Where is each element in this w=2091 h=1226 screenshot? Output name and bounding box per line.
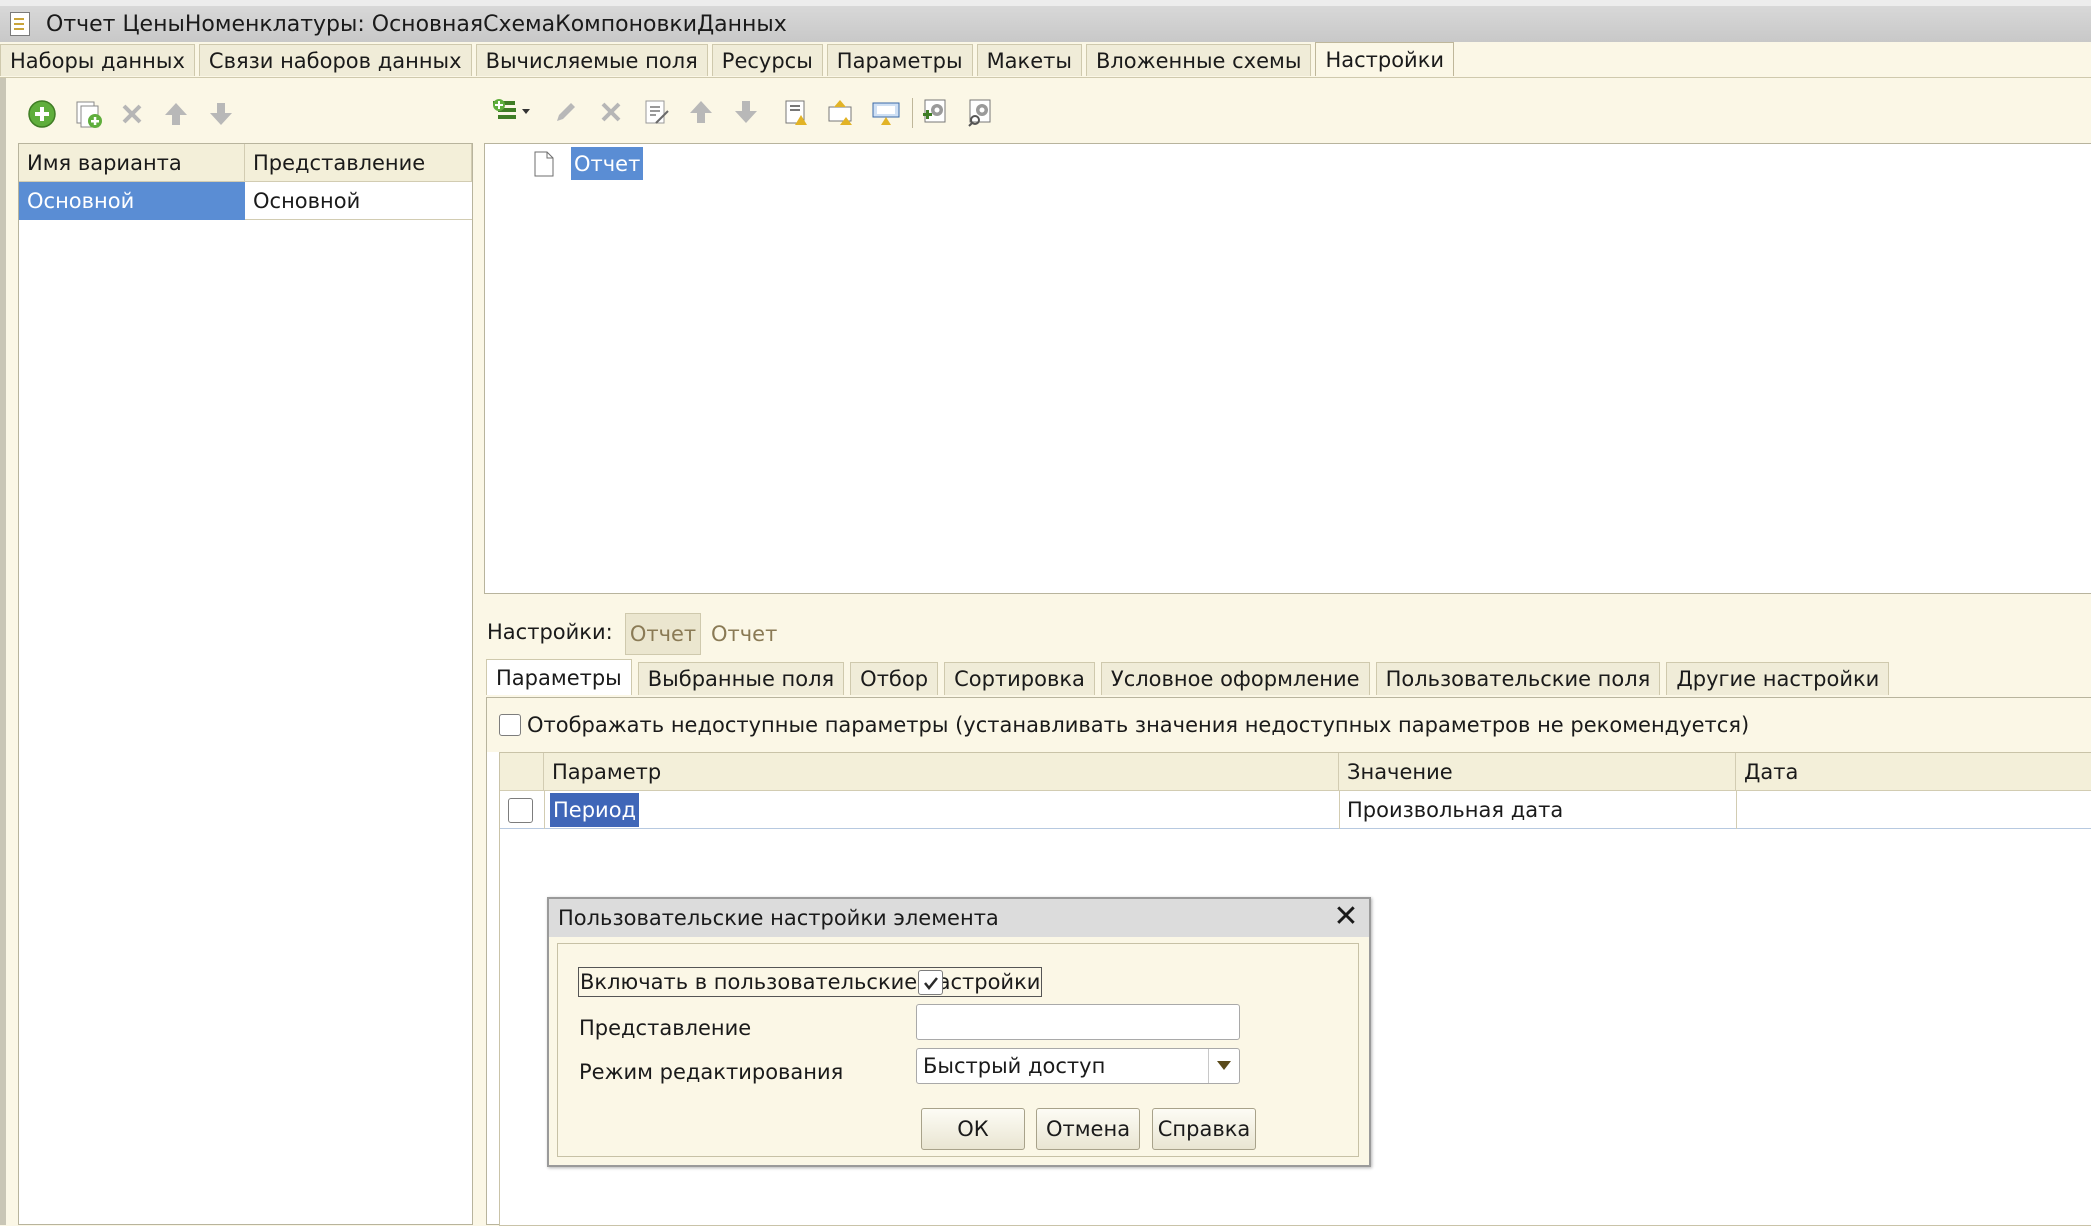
column-header-variant-name[interactable]: Имя варианта bbox=[19, 144, 245, 182]
column-header-parameter[interactable]: Параметр bbox=[544, 753, 1339, 791]
properties-icon[interactable] bbox=[640, 96, 672, 128]
presentation-field[interactable] bbox=[916, 1004, 1240, 1040]
tab-user-fields[interactable]: Пользовательские поля bbox=[1375, 662, 1661, 695]
add-grouping-icon[interactable] bbox=[490, 96, 534, 128]
column-header-value[interactable]: Значение bbox=[1339, 753, 1736, 791]
tab-templates[interactable]: Макеты bbox=[976, 44, 1082, 76]
column-header-use bbox=[500, 753, 544, 791]
help-button[interactable]: Справка bbox=[1152, 1108, 1256, 1150]
toolbar-separator bbox=[912, 98, 913, 128]
tab-calculated-fields[interactable]: Вычисляемые поля bbox=[475, 44, 708, 76]
tree-node-report[interactable]: Отчет bbox=[571, 147, 644, 180]
tab-other-settings[interactable]: Другие настройки bbox=[1666, 662, 1890, 695]
user-settings-icon[interactable] bbox=[920, 96, 952, 128]
parameter-use-checkbox[interactable] bbox=[508, 798, 533, 823]
parameter-date-cell[interactable] bbox=[1736, 791, 2091, 829]
cancel-button[interactable]: Отмена bbox=[1036, 1108, 1140, 1150]
dialog-body: Включать в пользовательские настройки Пр… bbox=[557, 943, 1359, 1157]
show-unavailable-label: Отображать недоступные параметры (устана… bbox=[527, 713, 1750, 737]
window-title: Отчет ЦеныНоменклатуры: ОсновнаяСхемаКом… bbox=[46, 11, 787, 37]
main-tabs: Наборы данных Связи наборов данных Вычис… bbox=[0, 42, 1458, 78]
add-icon[interactable] bbox=[26, 98, 58, 130]
include-checkbox[interactable] bbox=[918, 970, 943, 995]
ok-button[interactable]: ОК bbox=[921, 1108, 1025, 1150]
settings-current-button[interactable]: Отчет bbox=[625, 613, 701, 655]
tab-conditional-format[interactable]: Условное оформление bbox=[1100, 662, 1370, 695]
settings-tabs: Параметры Выбранные поля Отбор Сортировк… bbox=[486, 659, 1895, 696]
move-up-icon[interactable] bbox=[685, 96, 717, 128]
report-icon bbox=[8, 10, 32, 38]
group-icon[interactable] bbox=[780, 96, 812, 128]
presentation-label: Представление bbox=[579, 1016, 752, 1040]
ungroup-icon[interactable] bbox=[825, 96, 857, 128]
tab-settings[interactable]: Настройки bbox=[1315, 42, 1455, 76]
tab-parameters[interactable]: Параметры bbox=[826, 44, 973, 76]
include-label: Включать в пользовательские настройки bbox=[578, 967, 1043, 997]
move-up-icon[interactable] bbox=[160, 98, 192, 130]
document-icon bbox=[533, 150, 557, 178]
edit-mode-value: Быстрый доступ bbox=[923, 1054, 1106, 1078]
tab-sort[interactable]: Сортировка bbox=[944, 662, 1095, 695]
tab-divider bbox=[0, 77, 2091, 78]
tab-filter[interactable]: Отбор bbox=[850, 662, 939, 695]
edit-mode-label: Режим редактирования bbox=[579, 1060, 844, 1084]
variant-name-cell[interactable]: Основной bbox=[19, 182, 245, 220]
edit-mode-select[interactable]: Быстрый доступ bbox=[916, 1048, 1240, 1084]
dialog-title: Пользовательские настройки элемента bbox=[549, 899, 1369, 937]
move-down-icon[interactable] bbox=[205, 98, 237, 130]
tab-parameters[interactable]: Параметры bbox=[486, 659, 632, 695]
settings-current-text[interactable]: Отчет bbox=[711, 622, 777, 646]
variants-table: Имя варианта Представление Основной Осно… bbox=[18, 143, 473, 1225]
tab-data-set-links[interactable]: Связи наборов данных bbox=[198, 44, 472, 76]
edit-icon[interactable] bbox=[550, 96, 582, 128]
delete-icon[interactable] bbox=[595, 96, 627, 128]
column-header-date[interactable]: Дата bbox=[1736, 753, 2091, 791]
delete-icon[interactable] bbox=[116, 98, 148, 130]
tab-data-sets[interactable]: Наборы данных bbox=[0, 44, 195, 76]
tab-resources[interactable]: Ресурсы bbox=[711, 44, 823, 76]
parameter-value-cell[interactable]: Произвольная дата bbox=[1339, 791, 1736, 829]
user-settings-view-icon[interactable] bbox=[965, 96, 997, 128]
move-down-icon[interactable] bbox=[730, 96, 762, 128]
chevron-down-icon[interactable] bbox=[1208, 1049, 1239, 1083]
checkmark-icon bbox=[923, 976, 938, 990]
close-icon[interactable]: ✕ bbox=[1331, 902, 1361, 932]
parameter-name-cell[interactable]: Период bbox=[550, 793, 640, 827]
window-title-bar: Отчет ЦеныНоменклатуры: ОсновнаяСхемаКом… bbox=[0, 0, 2091, 42]
tab-selected-fields[interactable]: Выбранные поля bbox=[637, 662, 845, 695]
move-to-icon[interactable] bbox=[870, 96, 902, 128]
tab-nested-schemas[interactable]: Вложенные схемы bbox=[1085, 44, 1312, 76]
variant-presentation-cell[interactable]: Основной bbox=[245, 182, 472, 220]
show-unavailable-checkbox[interactable] bbox=[499, 714, 521, 736]
table-row[interactable]: Период Произвольная дата bbox=[500, 791, 2091, 829]
copy-icon[interactable] bbox=[72, 98, 104, 130]
user-settings-dialog: Пользовательские настройки элемента ✕ Вк… bbox=[547, 897, 1371, 1167]
column-header-presentation[interactable]: Представление bbox=[245, 144, 472, 182]
left-frame bbox=[0, 78, 6, 1225]
structure-tree: Отчет bbox=[484, 143, 2091, 594]
settings-label: Настройки: bbox=[487, 620, 613, 644]
